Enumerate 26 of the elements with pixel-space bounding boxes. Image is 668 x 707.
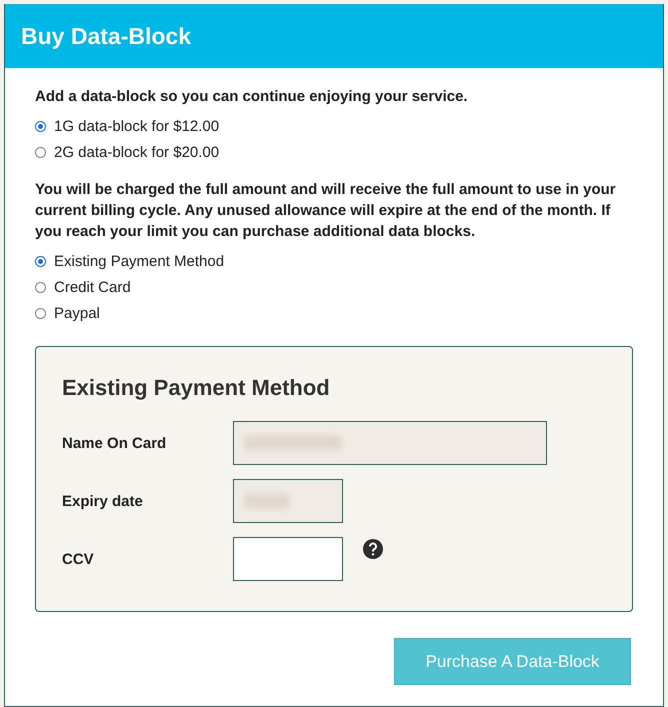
radio-button[interactable] — [35, 146, 46, 158]
payment-option[interactable]: Credit Card — [35, 276, 627, 298]
option-label: 1G data-block for $12.00 — [54, 118, 220, 134]
input-field[interactable] — [233, 421, 547, 465]
option-label: Paypal — [54, 304, 100, 322]
option-label: 2G data-block for $20.00 — [54, 144, 220, 160]
radio-button[interactable] — [35, 120, 46, 132]
help-icon[interactable] — [363, 539, 383, 559]
input-field[interactable] — [233, 479, 343, 523]
option-label: Existing Payment Method — [54, 252, 224, 270]
panel-title: Existing Payment Method — [62, 375, 331, 401]
block-option[interactable]: 1G data-block for $12.00 — [35, 115, 627, 137]
notice-text: You will be charged the full amount and will receive the full amount to use in your current billing cycle. Any unused allowance will expire at the end of the month. If you reach your limit you can purchase additional data blocks. — [35, 180, 617, 242]
option-label: Credit Card — [54, 278, 131, 296]
field-label: Expiry date — [62, 492, 144, 510]
payment-option[interactable]: Paypal — [35, 302, 627, 324]
block-option[interactable]: 2G data-block for $20.00 — [35, 141, 627, 163]
intro-text: Add a data-block so you can continue enjoying your service. — [35, 87, 469, 107]
input-field[interactable] — [233, 537, 343, 581]
radio-button[interactable] — [35, 256, 46, 266]
window-title: Buy Data-Block — [5, 4, 663, 68]
radio-button[interactable] — [35, 308, 46, 318]
field-label: Name On Card — [62, 434, 168, 452]
radio-button[interactable] — [35, 282, 46, 292]
field-label: CCV — [62, 550, 95, 568]
payment-option[interactable]: Existing Payment Method — [35, 250, 627, 272]
